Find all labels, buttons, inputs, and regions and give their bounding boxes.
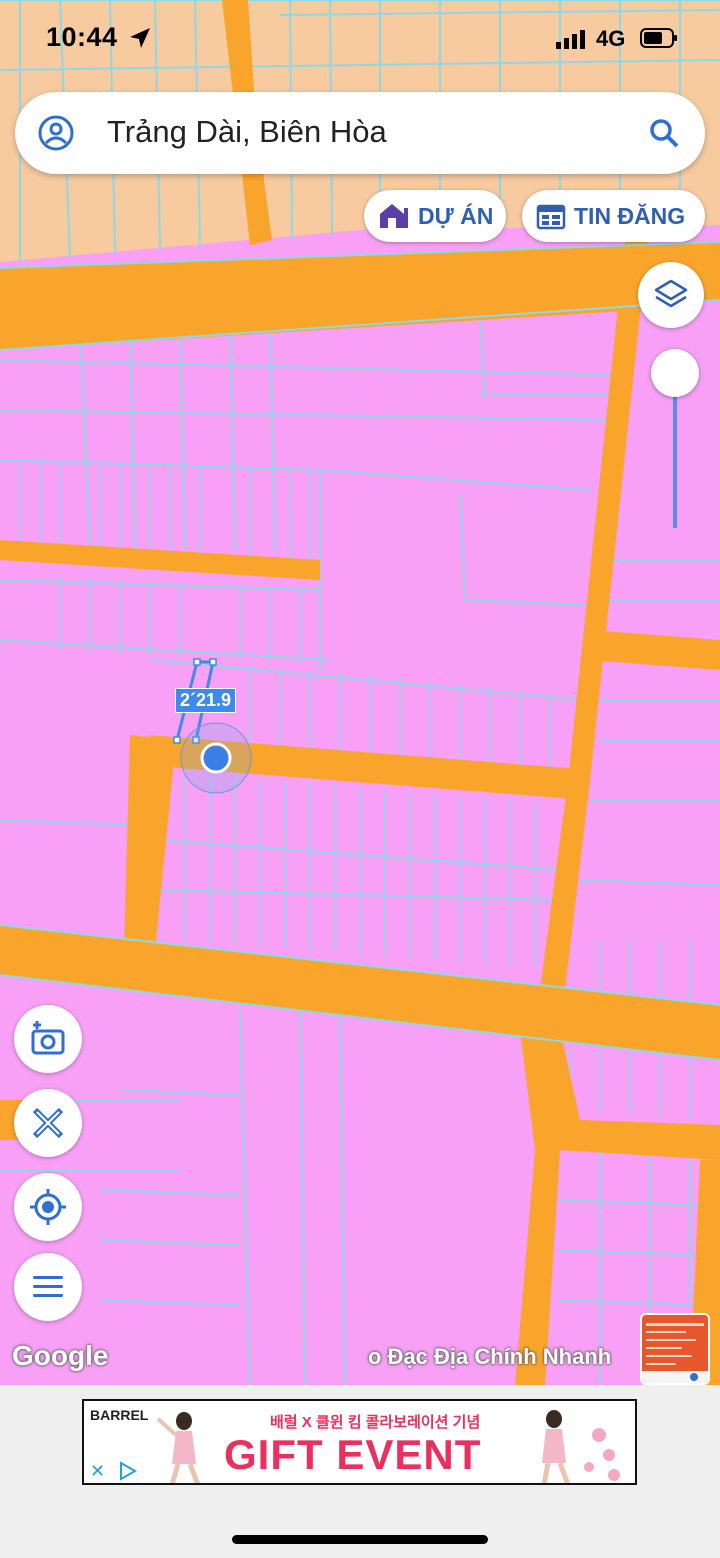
ad-brand: BARREL [90, 1407, 149, 1423]
location-arrow-icon [130, 28, 150, 48]
zoom-slider-track[interactable] [673, 378, 677, 528]
ad-model-right-image [541, 1410, 620, 1483]
search-input[interactable]: Trảng Dài, Biên Hòa [107, 114, 387, 150]
ruler-pencil-icon [32, 1107, 64, 1139]
camera-add-icon [31, 1021, 65, 1055]
measure-tool-button[interactable] [14, 1089, 82, 1157]
ad-banner-area: BARREL 배럴 X 클윈 킴 콜라보레이션 기념 GIFT EVENT ✕ [0, 1385, 720, 1558]
tin-dang-label: TIN ĐĂNG [574, 202, 686, 229]
map-source-attribution: o Đạc Địa Chính Nhanh [368, 1344, 612, 1369]
du-an-label: DỰ ÁN [418, 202, 494, 229]
menu-button[interactable] [14, 1253, 82, 1321]
du-an-button[interactable]: DỰ ÁN [364, 190, 506, 242]
status-time: 10:44 [46, 22, 118, 52]
calendar-icon [536, 204, 566, 230]
status-bar: 10:44 4G [0, 0, 720, 80]
ad-close-icon[interactable]: ✕ [90, 1461, 105, 1482]
menu-icon [33, 1276, 63, 1297]
locate-button[interactable] [14, 1173, 82, 1241]
signal-icon [556, 30, 585, 49]
camera-add-button[interactable] [14, 1005, 82, 1073]
ad-banner[interactable]: BARREL 배럴 X 클윈 킴 콜라보레이션 기념 GIFT EVENT ✕ [82, 1399, 637, 1485]
company-thumbnail[interactable] [640, 1313, 710, 1385]
house-icon [380, 204, 408, 228]
search-icon[interactable] [647, 116, 681, 150]
google-logo: Google [12, 1340, 109, 1371]
zoom-slider-handle[interactable] [651, 349, 699, 397]
search-bar[interactable]: Trảng Dài, Biên Hòa [15, 92, 705, 174]
locate-icon [30, 1189, 66, 1225]
layers-button[interactable] [638, 262, 704, 328]
ad-subtitle: 배럴 X 클윈 킴 콜라보레이션 기념 [270, 1414, 481, 1431]
ad-headline: GIFT EVENT [224, 1431, 482, 1478]
measurement-label: 2´21.9 [175, 688, 237, 713]
layers-icon [654, 279, 688, 308]
tin-dang-button[interactable]: TIN ĐĂNG [522, 190, 705, 242]
home-indicator[interactable] [232, 1535, 488, 1544]
network-type: 4G [596, 26, 626, 51]
company-logo-image [642, 1315, 708, 1383]
ad-choices-icon[interactable] [118, 1461, 138, 1481]
battery-icon [640, 28, 677, 48]
ad-model-left-image [156, 1412, 200, 1483]
current-location-dot [200, 742, 232, 774]
user-icon[interactable] [37, 114, 75, 152]
